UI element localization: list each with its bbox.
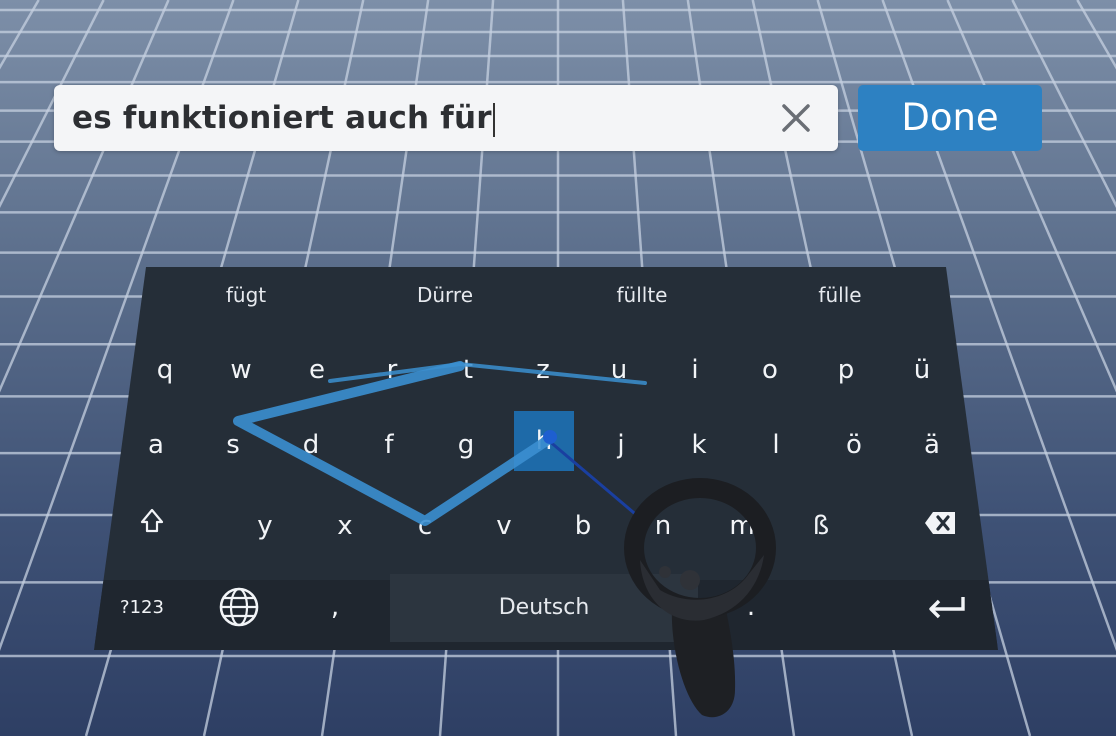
suggestion-1[interactable]: fügt: [166, 283, 326, 307]
enter-key[interactable]: [917, 579, 973, 635]
key-c[interactable]: c: [397, 498, 453, 554]
key-u[interactable]: u: [591, 342, 647, 398]
backspace-icon: [925, 512, 955, 534]
comma-key[interactable]: ,: [307, 579, 363, 635]
key-s[interactable]: s: [205, 417, 261, 473]
suggestion-4[interactable]: fülle: [760, 283, 920, 307]
key-q[interactable]: q: [137, 342, 193, 398]
backspace-key[interactable]: [909, 495, 965, 551]
shift-key[interactable]: [124, 494, 180, 550]
key-b[interactable]: b: [555, 498, 611, 554]
key-p[interactable]: p: [818, 342, 874, 398]
key-t[interactable]: t: [440, 342, 496, 398]
key-z[interactable]: z: [515, 342, 571, 398]
key-a[interactable]: a: [128, 417, 184, 473]
text-caret: [492, 102, 495, 137]
key-w[interactable]: w: [213, 342, 269, 398]
globe-icon: [219, 587, 259, 627]
close-icon: [782, 104, 810, 132]
key-l[interactable]: l: [748, 417, 804, 473]
suggestion-2[interactable]: Dürre: [365, 283, 525, 307]
key-e[interactable]: e: [289, 342, 345, 398]
suggestion-3[interactable]: füllte: [562, 283, 722, 307]
key-oe[interactable]: ö: [826, 417, 882, 473]
clear-text-button[interactable]: [780, 102, 812, 134]
virtual-keyboard: fügt Dürre füllte fülle q w e r t z u i …: [94, 267, 998, 650]
key-x[interactable]: x: [317, 498, 373, 554]
symbols-key[interactable]: ?123: [107, 580, 177, 636]
key-n[interactable]: n: [635, 498, 691, 554]
key-r[interactable]: r: [364, 342, 420, 398]
key-ae[interactable]: ä: [904, 417, 960, 473]
key-f[interactable]: f: [361, 417, 417, 473]
key-j[interactable]: j: [593, 417, 649, 473]
language-key[interactable]: [211, 579, 267, 635]
key-y[interactable]: y: [237, 498, 293, 554]
space-key[interactable]: Deutsch: [390, 574, 698, 642]
key-o[interactable]: o: [742, 342, 798, 398]
key-m[interactable]: m: [714, 498, 770, 554]
vr-scene: es funktioniert auch für Done fügt Dürre…: [0, 0, 1116, 736]
key-h[interactable]: h: [514, 411, 574, 471]
text-input-field[interactable]: es funktioniert auch für: [54, 85, 838, 151]
done-button[interactable]: Done: [858, 85, 1042, 151]
text-input-value: es funktioniert auch für: [72, 99, 495, 137]
key-g[interactable]: g: [438, 417, 494, 473]
key-sz[interactable]: ß: [793, 498, 849, 554]
key-k[interactable]: k: [671, 417, 727, 473]
key-ue[interactable]: ü: [894, 342, 950, 398]
key-v[interactable]: v: [476, 498, 532, 554]
typed-text: es funktioniert auch für: [72, 100, 492, 136]
shift-icon: [140, 508, 164, 533]
period-key[interactable]: .: [723, 579, 779, 635]
enter-icon: [929, 597, 965, 619]
key-d[interactable]: d: [283, 417, 339, 473]
key-i[interactable]: i: [667, 342, 723, 398]
